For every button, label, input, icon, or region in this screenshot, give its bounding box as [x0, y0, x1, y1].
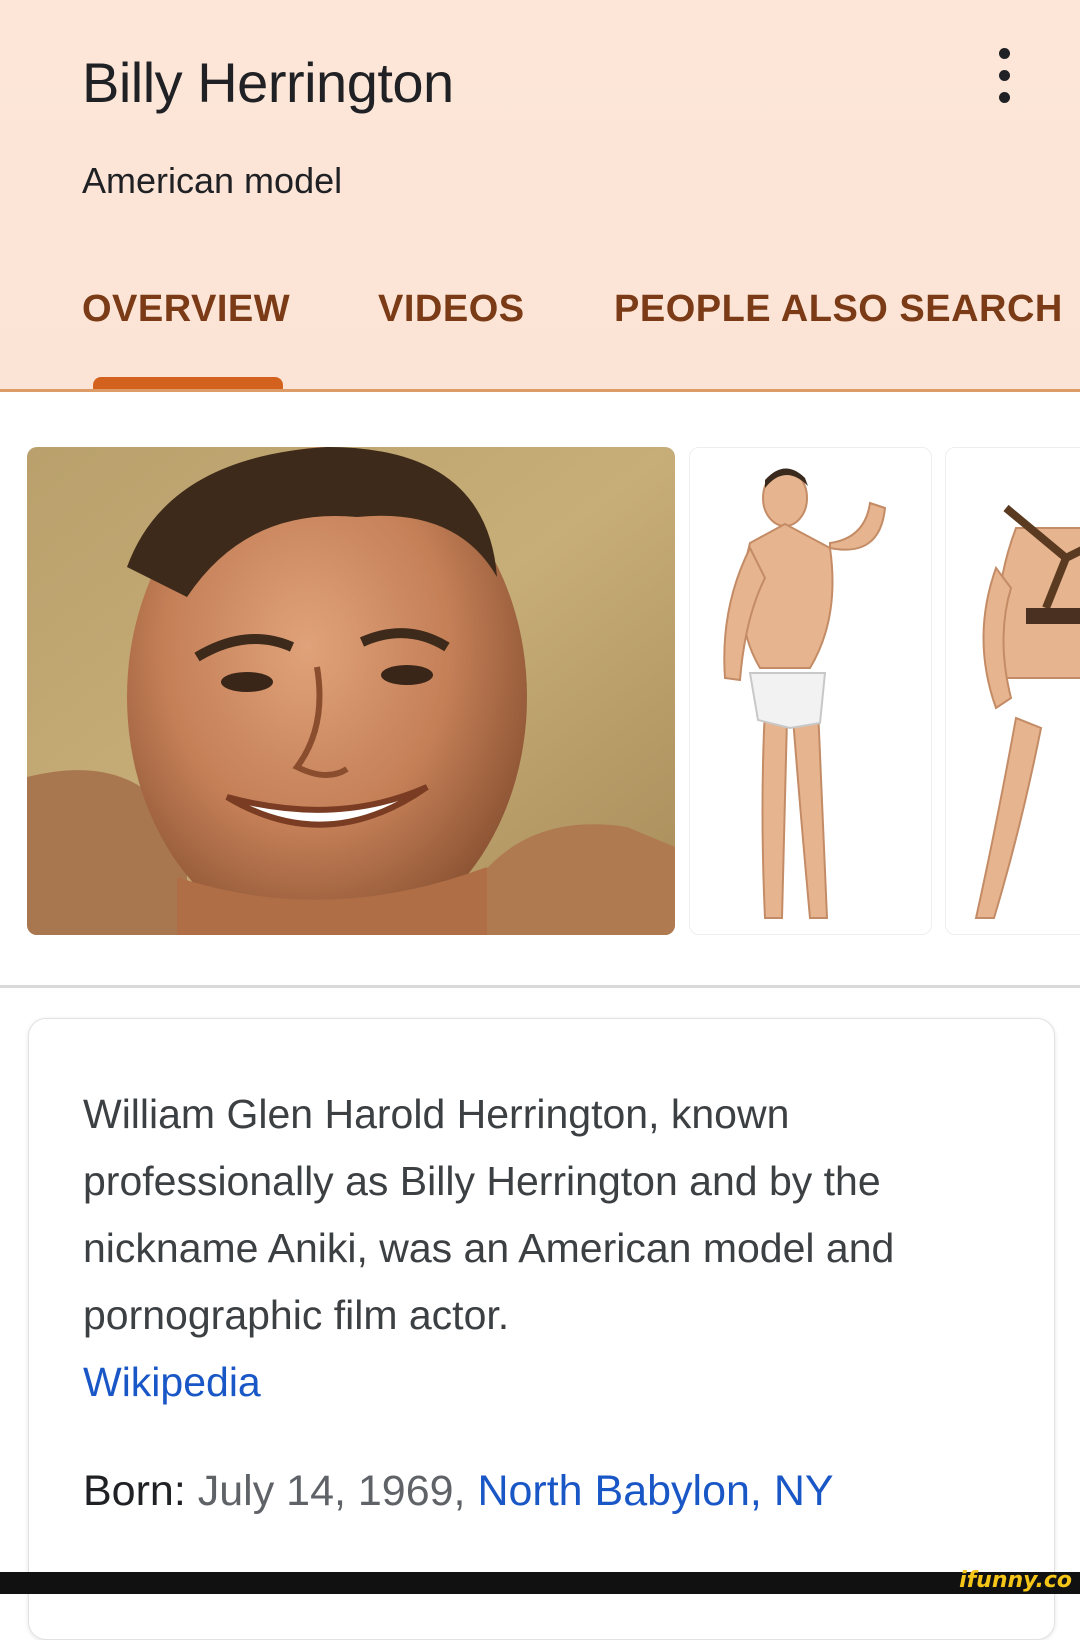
figure-photo	[723, 468, 887, 919]
entity-title: Billy Herrington	[82, 51, 454, 114]
image-figure-1[interactable]	[689, 447, 932, 935]
description-card: William Glen Harold Herrington, known pr…	[28, 1018, 1055, 1640]
figure-photo-partial	[974, 504, 1080, 919]
tab-videos[interactable]: VIDEOS	[378, 288, 525, 331]
entity-description: William Glen Harold Herrington, known pr…	[83, 1081, 943, 1416]
description-text: William Glen Harold Herrington, known pr…	[83, 1091, 895, 1338]
more-vert-icon[interactable]	[990, 48, 1020, 104]
tab-bar: OVERVIEW VIDEOS PEOPLE ALSO SEARCH	[0, 288, 1080, 348]
wikipedia-link[interactable]: Wikipedia	[83, 1359, 261, 1405]
kebab-dot	[999, 70, 1010, 81]
tab-people-also-search[interactable]: PEOPLE ALSO SEARCH	[614, 288, 1063, 331]
image-figure-2[interactable]	[945, 447, 1080, 935]
born-fact: Born: July 14, 1969, North Babylon, NY	[83, 1467, 834, 1516]
image-carousel	[0, 447, 1080, 935]
active-tab-indicator	[93, 377, 283, 389]
kebab-dot	[999, 92, 1010, 103]
watermark-logo: ifunny.co	[959, 1568, 1072, 1593]
born-label: Born:	[83, 1467, 186, 1515]
tab-bar-divider	[0, 389, 1080, 392]
section-divider	[0, 985, 1080, 988]
portrait-photo	[27, 447, 675, 935]
knowledge-panel-header: Billy Herrington American model OVERVIEW…	[0, 0, 1080, 392]
image-portrait[interactable]	[27, 447, 675, 935]
entity-subtitle: American model	[82, 160, 343, 201]
bottom-bar	[0, 1572, 1080, 1594]
tab-overview[interactable]: OVERVIEW	[82, 288, 290, 331]
kebab-dot	[999, 48, 1010, 59]
born-place-link[interactable]: North Babylon, NY	[477, 1467, 833, 1515]
born-date: July 14, 1969,	[197, 1467, 466, 1515]
